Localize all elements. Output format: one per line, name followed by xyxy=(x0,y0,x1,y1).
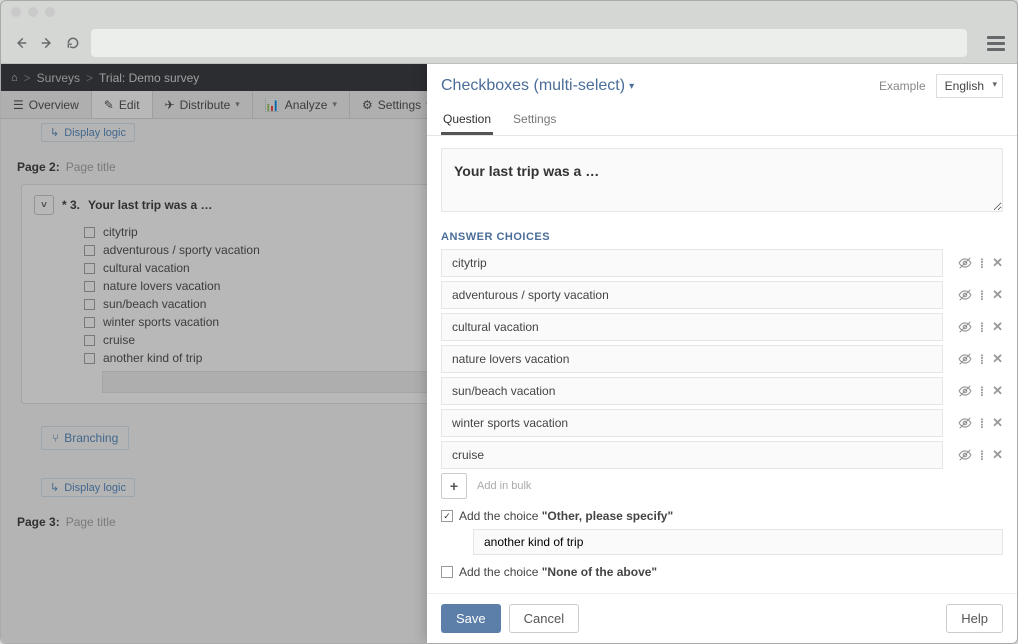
reorder-icon[interactable]: ⁞ xyxy=(980,320,984,335)
question-type-selector[interactable]: Checkboxes (multi-select)▾ xyxy=(441,77,634,95)
choice-input[interactable] xyxy=(441,441,943,469)
choice-row: ⁞✕ xyxy=(441,409,1003,437)
reorder-icon[interactable]: ⁞ xyxy=(980,448,984,463)
window-dot xyxy=(45,7,55,17)
reorder-icon[interactable]: ⁞ xyxy=(980,352,984,367)
choice-row: ⁞✕ xyxy=(441,441,1003,469)
choice-input[interactable] xyxy=(441,377,943,405)
none-label: Add the choice "None of the above" xyxy=(459,565,657,579)
question-text-input[interactable] xyxy=(441,148,1003,212)
other-checkbox[interactable] xyxy=(441,510,453,522)
forward-icon[interactable] xyxy=(39,35,55,51)
hide-choice-icon[interactable] xyxy=(958,352,972,366)
choice-input[interactable] xyxy=(441,281,943,309)
back-icon[interactable] xyxy=(13,35,29,51)
hide-choice-icon[interactable] xyxy=(958,448,972,462)
help-button[interactable]: Help xyxy=(946,604,1003,633)
delete-choice-icon[interactable]: ✕ xyxy=(992,415,1003,431)
add-choice-button[interactable]: + xyxy=(441,473,467,499)
reload-icon[interactable] xyxy=(65,35,81,51)
reorder-icon[interactable]: ⁞ xyxy=(980,384,984,399)
choice-row: ⁞✕ xyxy=(441,281,1003,309)
add-in-bulk-link[interactable]: Add in bulk xyxy=(477,480,531,492)
panel-tab-question[interactable]: Question xyxy=(441,106,493,135)
choice-input[interactable] xyxy=(441,409,943,437)
delete-choice-icon[interactable]: ✕ xyxy=(992,319,1003,335)
window-titlebar xyxy=(1,1,1017,23)
hide-choice-icon[interactable] xyxy=(958,256,972,270)
menu-icon[interactable] xyxy=(987,36,1005,51)
choice-input[interactable] xyxy=(441,313,943,341)
save-button[interactable]: Save xyxy=(441,604,501,633)
window-dot xyxy=(28,7,38,17)
reorder-icon[interactable]: ⁞ xyxy=(980,416,984,431)
hide-choice-icon[interactable] xyxy=(958,416,972,430)
url-bar[interactable] xyxy=(91,29,967,57)
browser-toolbar xyxy=(1,23,1017,63)
delete-choice-icon[interactable]: ✕ xyxy=(992,351,1003,367)
question-editor-panel: Checkboxes (multi-select)▾ Example Engli… xyxy=(427,64,1017,643)
window-dot xyxy=(11,7,21,17)
reorder-icon[interactable]: ⁞ xyxy=(980,288,984,303)
choice-input[interactable] xyxy=(441,345,943,373)
delete-choice-icon[interactable]: ✕ xyxy=(992,383,1003,399)
answer-choices-label: ANSWER CHOICES xyxy=(441,231,1003,243)
hide-choice-icon[interactable] xyxy=(958,384,972,398)
hide-choice-icon[interactable] xyxy=(958,320,972,334)
cancel-button[interactable]: Cancel xyxy=(509,604,579,633)
other-text-input[interactable] xyxy=(473,529,1003,555)
example-link[interactable]: Example xyxy=(879,79,926,93)
hide-choice-icon[interactable] xyxy=(958,288,972,302)
delete-choice-icon[interactable]: ✕ xyxy=(992,447,1003,463)
choice-row: ⁞✕ xyxy=(441,249,1003,277)
panel-tab-settings[interactable]: Settings xyxy=(511,106,558,135)
choice-row: ⁞✕ xyxy=(441,377,1003,405)
language-select[interactable]: English xyxy=(936,74,1003,98)
choice-row: ⁞✕ xyxy=(441,345,1003,373)
delete-choice-icon[interactable]: ✕ xyxy=(992,255,1003,271)
choice-row: ⁞✕ xyxy=(441,313,1003,341)
none-checkbox[interactable] xyxy=(441,566,453,578)
reorder-icon[interactable]: ⁞ xyxy=(980,256,984,271)
other-label: Add the choice "Other, please specify" xyxy=(459,509,673,523)
delete-choice-icon[interactable]: ✕ xyxy=(992,287,1003,303)
choice-input[interactable] xyxy=(441,249,943,277)
